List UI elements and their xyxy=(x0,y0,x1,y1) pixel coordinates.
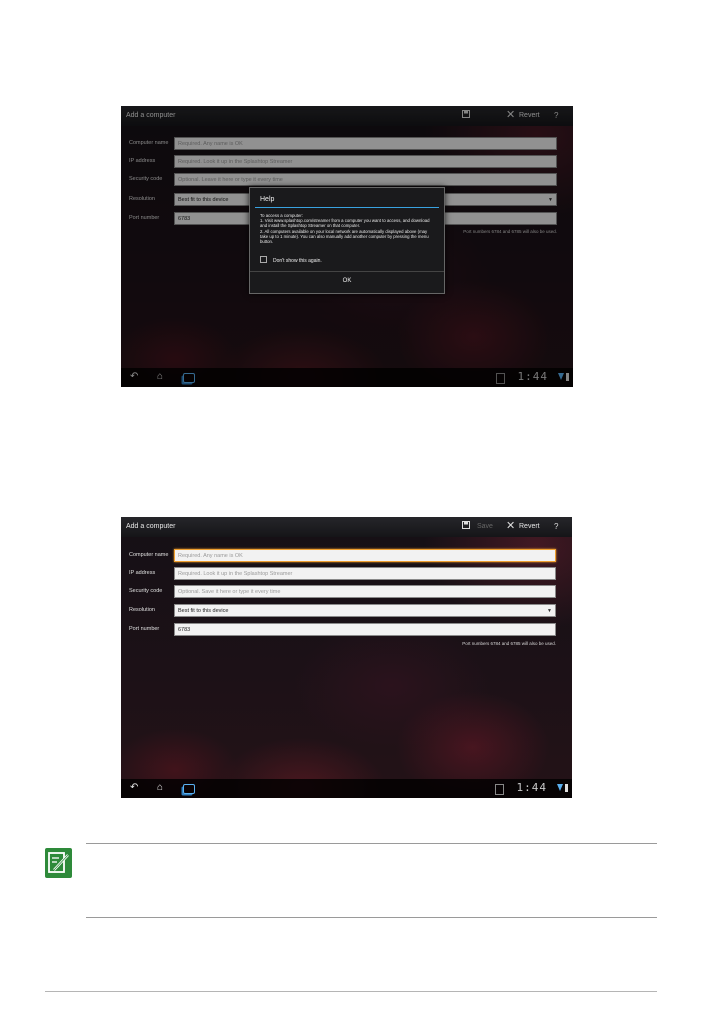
wifi-icon xyxy=(557,784,563,791)
battery-icon xyxy=(565,784,568,792)
screenshot-add-computer: Add a computer Save ✕ Revert ? Computer … xyxy=(121,517,572,798)
resolution-label: Resolution xyxy=(129,607,155,613)
dialog-body: To access a computer: 1. Visit www.splas… xyxy=(260,213,436,244)
footer-rule xyxy=(45,991,657,992)
checkbox-icon[interactable] xyxy=(260,256,267,263)
ok-button[interactable]: OK xyxy=(250,278,444,284)
clock: 1:44 xyxy=(516,781,547,794)
note-bottom-rule xyxy=(86,917,657,918)
dialog-divider xyxy=(250,271,444,272)
close-icon[interactable]: ✕ xyxy=(506,519,515,532)
dont-show-checkbox[interactable]: Don't show this again. xyxy=(260,256,322,264)
note-top-rule xyxy=(86,843,657,844)
save-icon[interactable] xyxy=(462,521,470,529)
system-bar: ↶ ⌂ 1:44 xyxy=(121,779,572,798)
action-bar: Add a computer Save ✕ Revert ? xyxy=(121,517,572,537)
dialog-line: 2. All computers available on your local… xyxy=(260,228,429,245)
resolution-select[interactable]: Best fit to this device ▼ xyxy=(174,604,556,617)
dropdown-caret-icon: ▼ xyxy=(547,608,552,614)
revert-button[interactable]: Revert xyxy=(519,523,540,530)
dialog-title-divider xyxy=(255,207,439,208)
save-button[interactable]: Save xyxy=(477,523,493,530)
action-bar-title: Add a computer xyxy=(126,523,176,530)
recent-apps-icon[interactable] xyxy=(183,784,195,794)
note-pencil-icon xyxy=(45,848,72,878)
ip-address-label: IP address xyxy=(129,570,156,576)
security-code-row: Security code Optional. Save it here or … xyxy=(121,585,572,599)
resolution-value: Best fit to this device xyxy=(178,608,229,614)
ip-address-input[interactable]: Required. Look it up in the Splashtop St… xyxy=(174,567,556,580)
calendar-icon[interactable] xyxy=(495,784,504,795)
dialog-line: 1. Visit www.splashtop.com/streamer from… xyxy=(260,218,430,229)
computer-name-row: Computer name Required. Any name is OK xyxy=(121,549,572,563)
computer-name-label: Computer name xyxy=(129,552,169,558)
security-code-label: Security code xyxy=(129,588,163,594)
home-icon[interactable]: ⌂ xyxy=(157,782,163,794)
dialog-title: Help xyxy=(260,196,275,203)
resolution-row: Resolution Best fit to this device ▼ xyxy=(121,604,572,618)
port-number-input[interactable]: 6783 xyxy=(174,623,556,636)
help-dialog: Help To access a computer: 1. Visit www.… xyxy=(249,187,445,294)
back-icon[interactable]: ↶ xyxy=(130,782,138,794)
security-code-input[interactable]: Optional. Save it here or type it every … xyxy=(174,585,556,598)
port-hint: Port numbers 6784 and 6785 will also be … xyxy=(462,641,556,646)
computer-name-input[interactable]: Required. Any name is OK xyxy=(174,549,556,562)
dialog-layer: Help To access a computer: 1. Visit www.… xyxy=(121,106,573,387)
ip-address-row: IP address Required. Look it up in the S… xyxy=(121,567,572,581)
port-number-label: Port number xyxy=(129,626,160,632)
help-button[interactable]: ? xyxy=(554,522,558,531)
port-number-row: Port number 6783 xyxy=(121,623,572,637)
dont-show-label: Don't show this again. xyxy=(273,258,322,264)
